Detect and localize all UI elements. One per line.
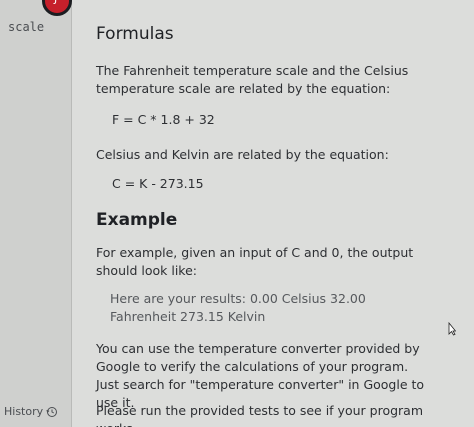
instructions-panel: Formulas The Fahrenheit temperature scal…	[72, 0, 474, 427]
history-icon	[46, 406, 58, 417]
history-label: History	[4, 405, 44, 418]
tests-paragraph: Please run the provided tests to see if …	[96, 403, 423, 427]
sidebar-title: scale	[8, 20, 45, 34]
kelvin-paragraph: Celsius and Kelvin are related by the eq…	[96, 147, 389, 162]
sidebar: J scale History	[0, 0, 72, 427]
app-badge-label: J	[54, 0, 57, 5]
example-heading: Example	[96, 210, 178, 230]
intro-paragraph: The Fahrenheit temperature scale and the…	[96, 63, 409, 96]
example-paragraph: For example, given an input of C and 0, …	[96, 245, 414, 278]
formulas-heading: Formulas	[96, 24, 174, 44]
mouse-cursor-icon	[448, 322, 456, 336]
example-output: Here are your results: 0.00 Celsius 32.0…	[110, 291, 366, 324]
history-button[interactable]: History	[4, 405, 58, 418]
app-badge[interactable]: J	[42, 0, 72, 16]
fahrenheit-equation: F = C * 1.8 + 32	[112, 112, 215, 127]
kelvin-equation: C = K - 273.15	[112, 176, 204, 191]
